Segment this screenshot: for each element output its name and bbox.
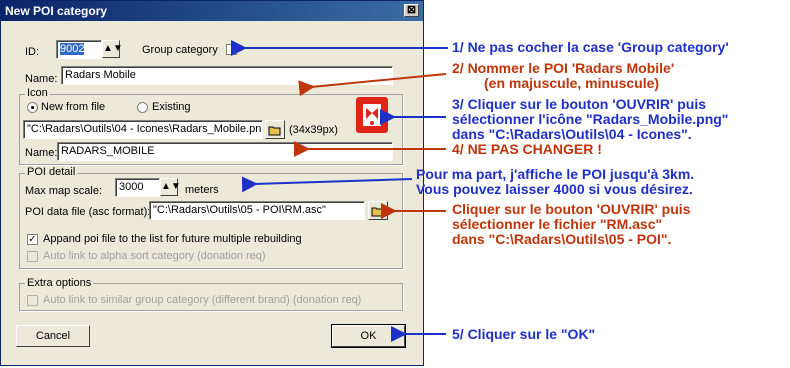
annotation-6: Cliquer sur le bouton 'OUVRIR' puis séle… [452, 201, 691, 247]
annotation-4: 4/ NE PAS CHANGER ! [452, 141, 602, 157]
annotation-7: 5/ Cliquer sur le "OK" [452, 326, 596, 342]
annotation-3: 3/ Cliquer sur le bouton 'OUVRIR' puis s… [452, 96, 729, 142]
arrow-5 [241, 176, 413, 193]
annotation-2: 2/ Nommer le POI 'Radars Mobile' (en maj… [452, 60, 675, 91]
arrow-2 [298, 73, 447, 97]
annotation-1: 1/ Ne pas cocher la case 'Group category… [452, 39, 729, 55]
annotation-5: Pour ma part, j'affiche le POI jusqu'à 3… [416, 166, 695, 197]
